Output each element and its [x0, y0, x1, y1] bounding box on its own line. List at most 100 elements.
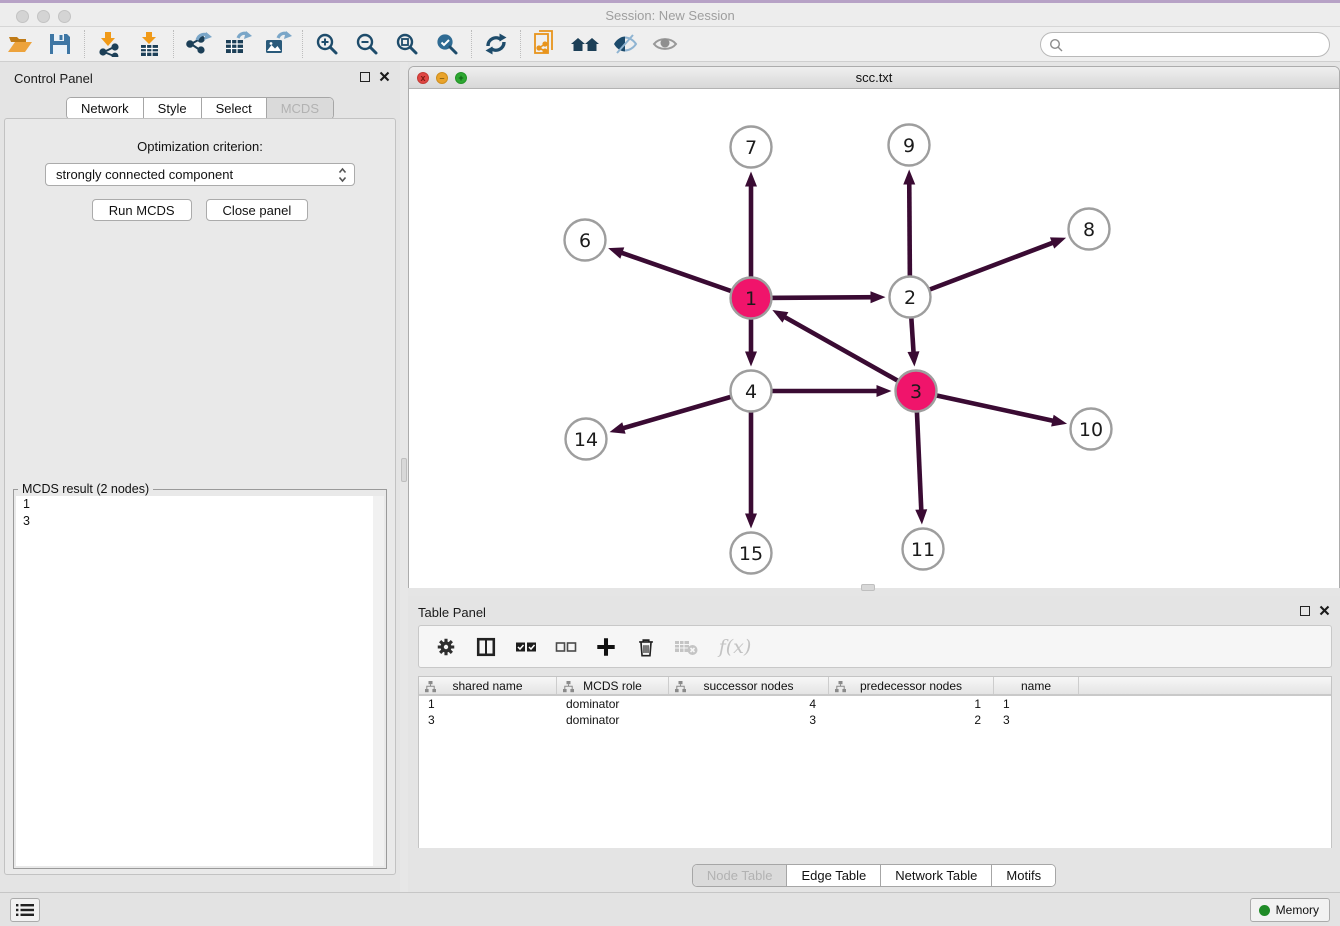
vertical-splitter[interactable]: [400, 62, 408, 892]
table-cell[interactable]: 1: [419, 696, 557, 712]
column-label: shared name: [452, 679, 522, 693]
toolbar-search: [1040, 32, 1330, 57]
zoom-in-button[interactable]: [307, 29, 347, 59]
criterion-select[interactable]: strongly connected component: [45, 163, 355, 186]
mcds-tab-content: Optimization criterion: strongly connect…: [4, 118, 396, 875]
graph-edge-arrow-2-8: [1050, 237, 1066, 248]
graph-edge-3-10[interactable]: [916, 391, 1059, 422]
mcds-result-list[interactable]: 13: [16, 496, 384, 866]
mcds-result-box: MCDS result (2 nodes) 13: [13, 489, 387, 869]
add-column-button[interactable]: [593, 634, 619, 660]
graph-edge-arrow-4-14: [610, 422, 626, 434]
result-scrollbar[interactable]: [373, 496, 384, 866]
apply-layout-button[interactable]: [476, 29, 516, 59]
session-title: Session: New Session: [0, 8, 1340, 23]
export-image-button[interactable]: [258, 29, 298, 59]
table-cell[interactable]: 3: [994, 712, 1079, 728]
run-mcds-button[interactable]: Run MCDS: [92, 199, 192, 221]
search-input[interactable]: [1069, 37, 1329, 52]
first-neighbors-button[interactable]: [565, 29, 605, 59]
open-session-button[interactable]: [0, 29, 40, 59]
table-cell[interactable]: 1: [994, 696, 1079, 712]
show-details-button[interactable]: [645, 29, 685, 59]
graph-edge-arrow-3-10: [1051, 415, 1067, 427]
tab-motifs[interactable]: Motifs: [991, 865, 1055, 886]
clone-network-button[interactable]: [525, 29, 565, 59]
tab-select[interactable]: Select: [201, 98, 266, 119]
column-header-name[interactable]: name: [994, 677, 1079, 694]
hide-details-button[interactable]: [605, 29, 645, 59]
tab-network[interactable]: Network: [67, 98, 143, 119]
zoom-fit-button[interactable]: [387, 29, 427, 59]
graph-edge-3-1[interactable]: [779, 314, 916, 391]
list-icon: [16, 903, 34, 917]
table-cell[interactable]: 4: [669, 696, 829, 712]
column-header-predecessor-nodes[interactable]: predecessor nodes: [829, 677, 994, 694]
function-icon: f(x): [719, 636, 752, 658]
save-disk-icon: [48, 32, 72, 56]
tab-node-table[interactable]: Node Table: [693, 865, 787, 886]
float-panel-icon[interactable]: [360, 72, 370, 82]
network-document-icon: [532, 30, 558, 58]
function-builder-button[interactable]: f(x): [713, 634, 757, 660]
export-table-button[interactable]: [218, 29, 258, 59]
close-panel-button[interactable]: Close panel: [206, 199, 309, 221]
graph-edge-arrow-1-6: [608, 247, 624, 258]
delete-table-button[interactable]: [673, 634, 699, 660]
refresh-icon: [483, 31, 509, 57]
graph-edge-2-8[interactable]: [910, 241, 1059, 297]
zoom-out-icon: [355, 32, 379, 56]
close-panel-icon[interactable]: [1319, 605, 1330, 616]
close-panel-icon[interactable]: [379, 71, 390, 82]
import-table-button[interactable]: [129, 29, 169, 59]
show-columns-button[interactable]: [473, 634, 499, 660]
columns-icon: [475, 636, 497, 658]
table-row[interactable]: 3dominator323: [419, 712, 1331, 728]
graph-node-label-1: 1: [745, 288, 757, 310]
optimization-criterion-label: Optimization criterion:: [5, 139, 395, 154]
graph-node-label-14: 14: [574, 429, 598, 451]
zoom-in-icon: [315, 32, 339, 56]
column-label: MCDS role: [583, 679, 642, 693]
table-cell[interactable]: 3: [669, 712, 829, 728]
unselect-all-columns-button[interactable]: [553, 634, 579, 660]
node-table[interactable]: shared name MCDS role successor nodes prede…: [418, 676, 1332, 848]
zoom-selected-button[interactable]: [427, 29, 467, 59]
graph-node-label-7: 7: [745, 137, 757, 159]
mcds-result-title: MCDS result (2 nodes): [18, 482, 153, 496]
export-network-button[interactable]: [178, 29, 218, 59]
table-cell[interactable]: dominator: [557, 696, 669, 712]
delete-columns-button[interactable]: [633, 634, 659, 660]
network-canvas[interactable]: 1234678910111415: [409, 89, 1339, 588]
table-settings-button[interactable]: [433, 634, 459, 660]
tab-edge-table[interactable]: Edge Table: [786, 865, 880, 886]
result-line: 3: [16, 513, 384, 530]
select-all-columns-button[interactable]: [513, 634, 539, 660]
column-header-successor-nodes[interactable]: successor nodes: [669, 677, 829, 694]
column-label: predecessor nodes: [860, 679, 962, 693]
zoom-out-button[interactable]: [347, 29, 387, 59]
table-row[interactable]: 1dominator411: [419, 696, 1331, 712]
task-history-button[interactable]: [10, 898, 40, 922]
network-window-title: scc.txt: [409, 70, 1339, 85]
import-network-button[interactable]: [89, 29, 129, 59]
tab-network-table[interactable]: Network Table: [880, 865, 991, 886]
chevron-up-down-icon: [338, 167, 347, 186]
column-header-shared-name[interactable]: shared name: [419, 677, 557, 694]
save-session-button[interactable]: [40, 29, 80, 59]
table-cell[interactable]: 3: [419, 712, 557, 728]
vertical-splitter-grip[interactable]: [401, 458, 407, 482]
table-cell[interactable]: 1: [829, 696, 994, 712]
network-window-titlebar[interactable]: x – + scc.txt: [409, 67, 1339, 89]
memory-button[interactable]: Memory: [1250, 898, 1330, 922]
tab-style[interactable]: Style: [143, 98, 201, 119]
table-cell[interactable]: 2: [829, 712, 994, 728]
toolbar-separator: [471, 30, 472, 58]
float-panel-icon[interactable]: [1300, 606, 1310, 616]
graph-edge-arrow-2-9: [903, 169, 915, 184]
horizontal-splitter-grip[interactable]: [861, 584, 875, 591]
tab-mcds[interactable]: MCDS: [266, 98, 333, 119]
graph-edge-arrow-1-2: [870, 291, 885, 303]
table-cell[interactable]: dominator: [557, 712, 669, 728]
column-header-mcds-role[interactable]: MCDS role: [557, 677, 669, 694]
